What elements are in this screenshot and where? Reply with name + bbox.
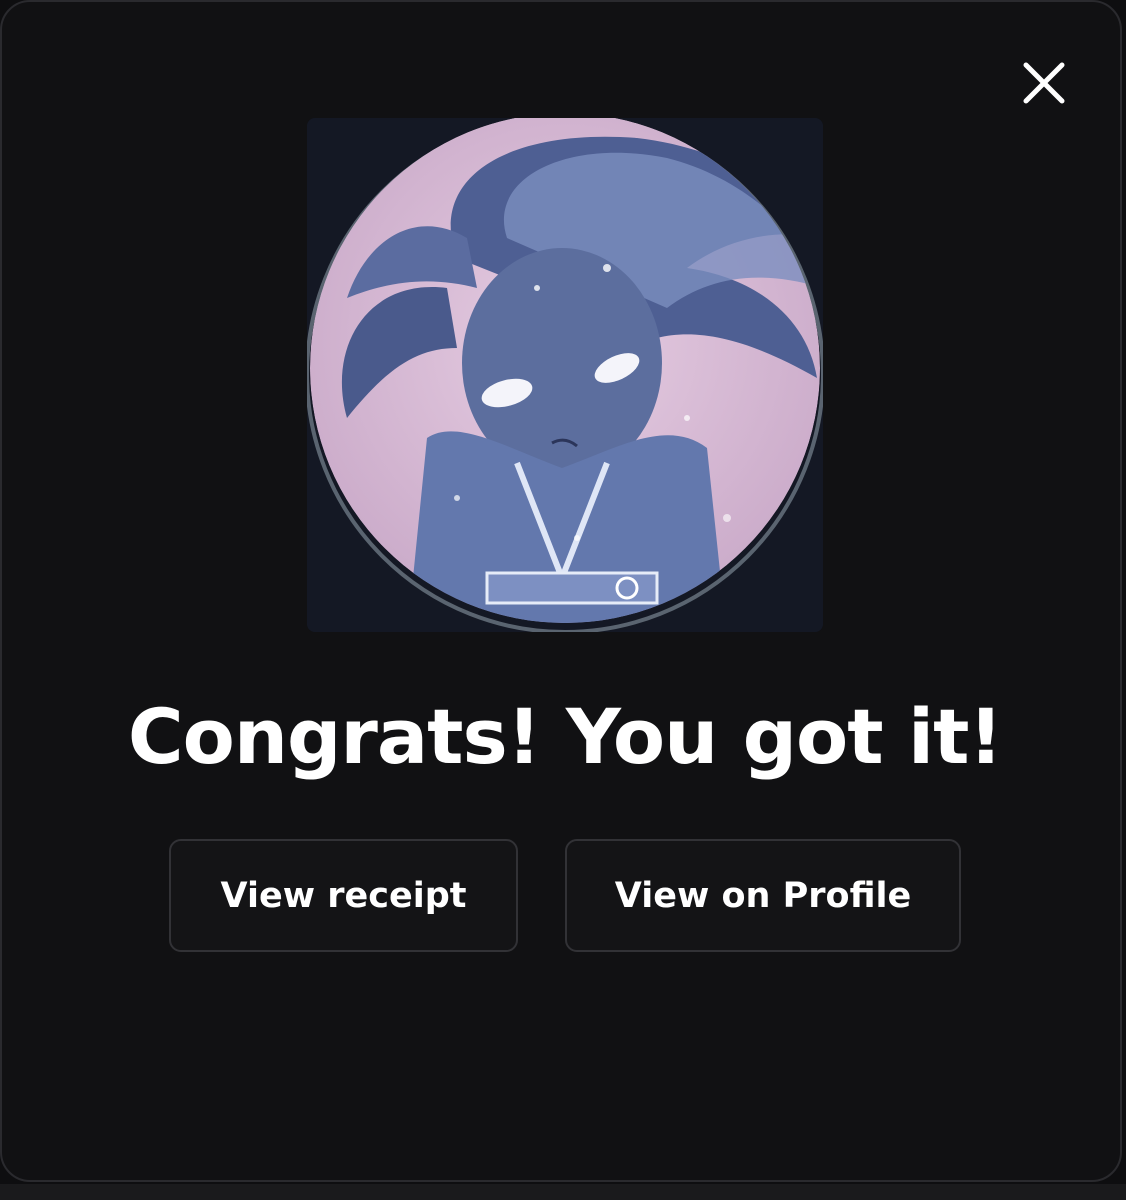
view-on-profile-button[interactable]: View on Profile [565,839,961,952]
close-button[interactable] [1015,54,1073,112]
nft-artwork-image [307,118,823,632]
success-headline: Congrats! You got it! [127,692,1003,781]
bottom-edge [0,1184,1126,1200]
purchase-success-dialog: Congrats! You got it! View receipt View … [0,0,1122,1182]
close-icon [1023,62,1065,104]
view-receipt-button[interactable]: View receipt [169,839,518,952]
